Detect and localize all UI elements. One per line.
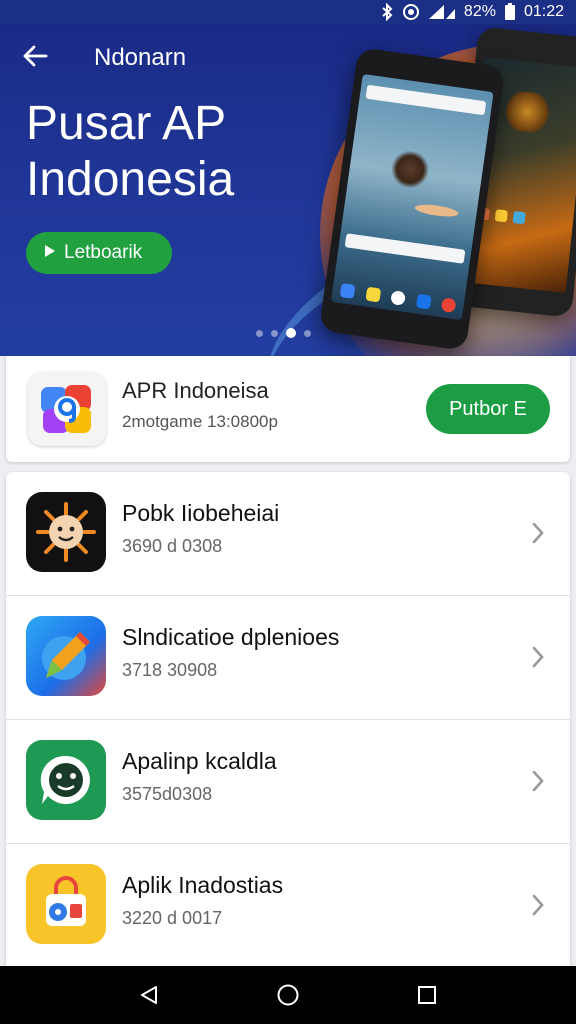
- bluetooth-icon: [380, 3, 394, 21]
- shopping-bag-icon: [26, 864, 106, 944]
- app-subtitle: 3220 d 0017: [122, 908, 223, 928]
- featured-app-card[interactable]: APR Indoneisa 2motgame 13:0800p Putbor E: [6, 356, 570, 462]
- sun-face-icon: [26, 492, 106, 572]
- app-title: Apalinp kcaldla: [122, 748, 277, 774]
- back-triangle-icon[interactable]: [119, 966, 179, 1024]
- phone-search-bar: [344, 233, 466, 264]
- app-screen: 82% 01:22 Ndonarn Pusar AP Indonesia Let…: [0, 0, 576, 1024]
- app-bar: Ndonarn: [0, 24, 576, 92]
- hero-title-line: Indonesia: [26, 153, 235, 206]
- carousel-dot-active[interactable]: [286, 328, 296, 338]
- carousel-indicator: [256, 328, 311, 338]
- hero-title-line: Pusar AP: [26, 97, 227, 150]
- featured-app-subtitle: 2motgame 13:0800p: [122, 412, 278, 431]
- carousel-dot[interactable]: [304, 329, 311, 337]
- list-item[interactable]: Apalinp kcaldla 3575d0308: [6, 720, 570, 844]
- pencil-app-icon: [26, 616, 106, 696]
- hero-cta-button[interactable]: Letboarik: [26, 232, 172, 274]
- chevron-right-icon: [528, 766, 548, 796]
- list-item[interactable]: Slndicatioe dplenioes 3718 30908: [6, 596, 570, 720]
- app-subtitle: 3575d0308: [122, 784, 213, 804]
- eye-icon: [402, 3, 420, 21]
- system-navigation-bar: [0, 966, 576, 1024]
- chevron-right-icon: [528, 642, 548, 672]
- carousel-dot[interactable]: [271, 329, 278, 337]
- app-subtitle: 3718 30908: [122, 660, 218, 680]
- app-subtitle: 3690 d 0308: [122, 536, 223, 556]
- chevron-right-icon: [528, 518, 548, 548]
- wifi-signal-icon: [428, 3, 456, 21]
- hero-banner[interactable]: Ndonarn Pusar AP Indonesia Letboarik: [0, 24, 576, 356]
- hero-cta-label: Letboarik: [64, 242, 143, 263]
- carousel-dot[interactable]: [256, 329, 263, 337]
- phone-screen: [330, 73, 494, 321]
- list-item[interactable]: Aplik Inadostias 3220 d 0017: [6, 844, 570, 966]
- app-title: Pobk Iiobeheiai: [122, 500, 280, 526]
- app-list: Pobk Iiobeheiai 3690 d 0308 Slndicatioe …: [6, 472, 570, 966]
- battery-icon: [504, 3, 516, 21]
- app-title: Aplik Inadostias: [122, 872, 284, 898]
- chat-bubble-icon: [26, 740, 106, 820]
- phone-dock: [339, 283, 457, 314]
- status-bar: 82% 01:22: [0, 0, 576, 24]
- arrow-left-icon: [22, 44, 48, 73]
- app-bar-title: Ndonarn: [94, 44, 187, 71]
- list-item[interactable]: Pobk Iiobeheiai 3690 d 0308: [6, 472, 570, 596]
- chevron-right-icon: [528, 890, 548, 920]
- play-icon: [44, 242, 56, 264]
- app-title: Slndicatioe dplenioes: [122, 624, 340, 650]
- install-button[interactable]: Putbor E: [426, 384, 550, 434]
- home-circle-icon[interactable]: [258, 966, 318, 1024]
- back-button[interactable]: [0, 24, 70, 92]
- recents-square-icon[interactable]: [397, 966, 457, 1024]
- colorful-app-icon: [28, 372, 106, 446]
- battery-text: 82%: [463, 3, 496, 20]
- hero-title: Pusar AP Indonesia: [26, 96, 234, 208]
- clock: 01:22: [523, 3, 564, 20]
- featured-app-name: APR Indoneisa: [122, 378, 269, 403]
